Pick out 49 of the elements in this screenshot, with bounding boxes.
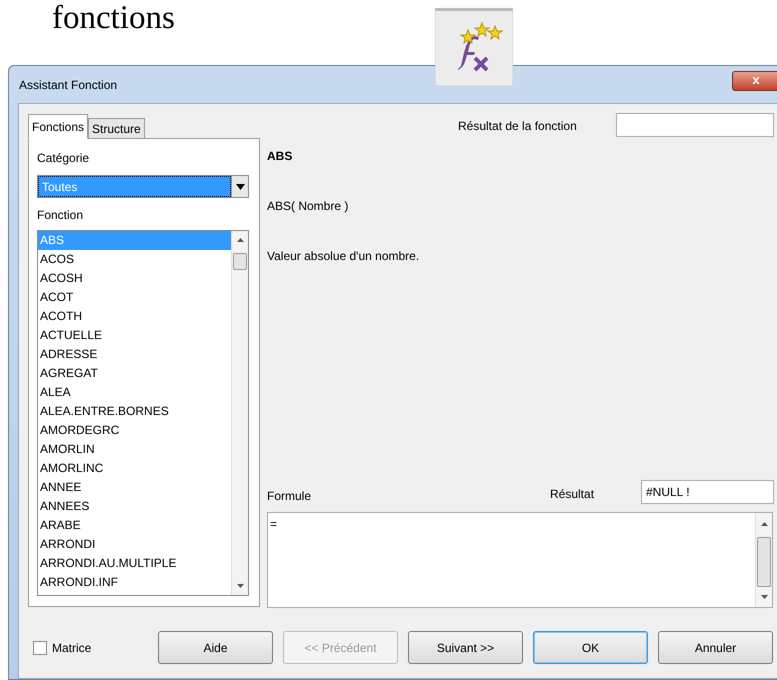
dialog-button[interactable]: Suivant >> [408, 631, 523, 664]
list-item[interactable]: ARRONDI [38, 535, 231, 554]
scroll-thumb[interactable] [757, 537, 771, 587]
tab[interactable]: Fonctions [28, 114, 88, 139]
function-syntax: ABS( Nombre ) [267, 198, 348, 215]
function-description: Valeur absolue d'un nombre. [267, 248, 420, 265]
checkbox-label: Matrice [52, 640, 92, 656]
list-item[interactable]: AMORDEGRC [38, 421, 231, 440]
list-item[interactable]: ARRONDI.AU.MULTIPLE [38, 554, 231, 573]
list-item[interactable]: ACOS [38, 250, 231, 269]
list-item[interactable]: ARRONDI.INF [38, 573, 231, 592]
list-item[interactable]: AGREGAT [38, 364, 231, 383]
checkbox[interactable] [33, 640, 47, 654]
function-wizard-icon[interactable] [435, 8, 513, 86]
list-item[interactable]: ADRESSE [38, 345, 231, 364]
scroll-up-icon[interactable] [237, 238, 244, 242]
function-label: Fonction [37, 207, 84, 224]
result-label: Résultat de la fonction [458, 118, 577, 135]
list-item[interactable]: ACOT [38, 288, 231, 307]
dialog-button[interactable]: Annuler [658, 631, 773, 664]
scroll-down-icon[interactable] [761, 595, 768, 599]
list-item[interactable]: AMORLINC [38, 459, 231, 478]
dialog-button[interactable]: Aide [158, 631, 273, 664]
list-item[interactable]: ARABE [38, 516, 231, 535]
list-item[interactable]: ACOSH [38, 269, 231, 288]
scroll-up-icon[interactable] [761, 522, 768, 526]
function-result-field[interactable] [616, 113, 774, 137]
dialog-button[interactable]: OK [533, 631, 648, 664]
list-item[interactable]: ACTUELLE [38, 326, 231, 345]
list-item[interactable]: AMORLIN [38, 440, 231, 459]
dropdown-arrow-icon [236, 184, 244, 190]
result-field[interactable]: #NULL ! [641, 480, 774, 504]
scroll-down-icon[interactable] [237, 584, 244, 588]
list-item[interactable]: ANNEE [38, 478, 231, 497]
formula-label: Formule [267, 488, 312, 505]
category-label: Catégorie [37, 150, 90, 167]
list-item[interactable]: ANNEES [38, 497, 231, 516]
scrollbar[interactable] [231, 231, 248, 595]
formula-field[interactable]: = [267, 512, 773, 608]
window-title: Assistant Fonction [18, 77, 118, 94]
function-name: ABS [267, 148, 292, 165]
scroll-thumb[interactable] [233, 253, 247, 270]
function-list[interactable]: ABS ACOS ACOSH ACOT ACOTH ACTUELLE ADRESSE AGREGAT ALEA ALEA.ENTRE.BORNES AMORDEGRC AMORLIN AMORLINC ANNEE ANNEES ARABE ARRONDI ARRONDI.AU.MULTIPLE ARRONDI.INF [37, 230, 249, 596]
list-item[interactable]: ALEA.ENTRE.BORNES [38, 402, 231, 421]
list-item[interactable]: ALEA [38, 383, 231, 402]
list-item[interactable]: ACOTH [38, 307, 231, 326]
result-label: Résultat [550, 486, 594, 503]
page-heading: fonctions [52, 0, 175, 38]
tab[interactable]: Structure [88, 118, 145, 139]
